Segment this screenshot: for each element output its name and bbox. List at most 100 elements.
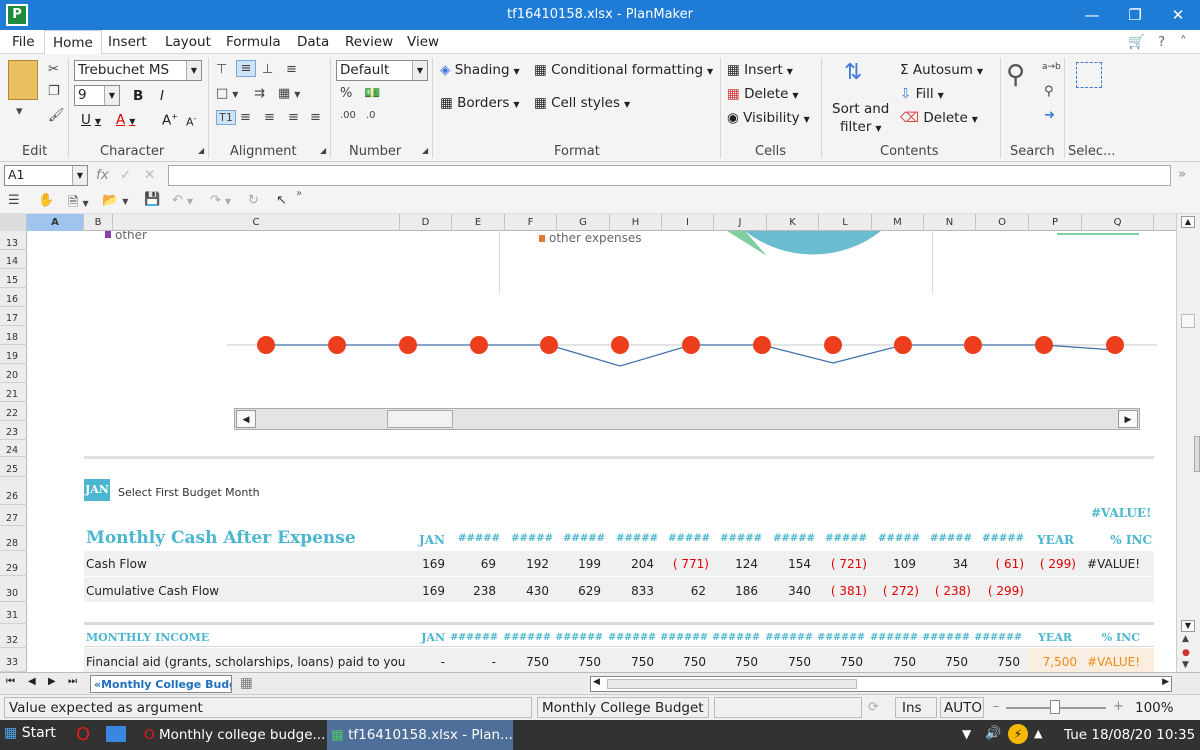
column-header[interactable]: Q [1082,214,1154,231]
find-icon[interactable]: ⚲ [1044,84,1054,99]
financial-aid-cell[interactable]: 750 [662,655,706,669]
row-header[interactable]: 20 [0,364,27,383]
horizontal-scrollbar[interactable]: ◀ ▶ [590,676,1172,692]
undo-icon[interactable]: ↶ ▼ [172,193,193,208]
scroll-down-icon[interactable]: ▼ [1181,620,1195,632]
start-button[interactable]: ▦ Start [4,725,56,745]
percent-icon[interactable]: % [340,86,352,101]
scroll-left-icon[interactable]: ◀ [236,410,256,428]
cut-icon[interactable]: ✂ [48,62,59,77]
number-format-combo[interactable]: Default ▼ [336,60,428,81]
save-icon[interactable]: 💾 [144,192,160,207]
scroll-right-icon[interactable]: ▶ [1118,410,1138,428]
zoom-out-icon[interactable]: – [993,699,1000,714]
menu-layout[interactable]: Layout [165,34,211,50]
row-header[interactable]: 19 [0,345,27,364]
cell-styles-button[interactable]: ▦ Cell styles ▼ [534,95,630,111]
italic-button[interactable]: I [160,88,164,104]
vertical-scrollbar[interactable]: ▲ ▼ ▲ ● ▼ [1176,214,1200,672]
menu-formula[interactable]: Formula [226,34,281,50]
cumulative-cell[interactable]: 340 [767,584,811,598]
cash-flow-cell[interactable]: 124 [714,557,758,571]
cash-flow-cell[interactable]: 34 [924,557,968,571]
row-header[interactable]: 21 [0,383,27,402]
delete-cells-button[interactable]: ▦ Delete ▼ [727,86,799,102]
align-middle-icon[interactable]: ≡ [236,60,256,77]
row-header[interactable]: 22 [0,402,27,421]
paste-dropdown-icon[interactable]: ▾ [16,104,23,119]
financial-aid-cell[interactable]: 750 [924,655,968,669]
financial-aid-cell[interactable]: 750 [714,655,758,669]
delete-contents-button[interactable]: ⌫ Delete ▼ [900,110,978,126]
cash-flow-cell[interactable]: 169 [400,557,445,571]
copy-icon[interactable]: ❐ [48,84,60,99]
column-header[interactable]: F [505,214,557,231]
zoom-level[interactable]: 100% [1135,700,1174,716]
network-icon[interactable]: ▼ [962,727,971,741]
column-header[interactable]: B [84,214,113,231]
sort-filter-button[interactable]: filter ▼ [840,119,882,135]
row-header[interactable]: 13 [0,231,27,250]
column-header[interactable]: J [714,214,767,231]
column-header[interactable]: D [400,214,452,231]
conditional-formatting-button[interactable]: ▦ Conditional formatting ▼ [534,62,713,78]
cumulative-cell[interactable]: ( 299) [975,584,1024,598]
align-bottom-icon[interactable]: ⊥ [262,62,273,77]
shrink-font-button[interactable]: A- [186,114,196,129]
row-header[interactable]: 30 [0,576,27,602]
tray-expand-icon[interactable]: ▲ [1034,727,1042,740]
fill-button[interactable]: ⇩ Fill ▼ [900,86,944,102]
function-wizard-icon[interactable]: fx [96,167,109,183]
column-header[interactable]: K [767,214,819,231]
column-header[interactable]: C [113,214,400,231]
cumulative-cell[interactable]: 629 [557,584,601,598]
cash-flow-cell[interactable]: 199 [557,557,601,571]
cumulative-cell[interactable]: 169 [400,584,445,598]
select-icon[interactable] [1076,62,1102,88]
page-up-icon[interactable]: ▲ [1182,634,1189,644]
bold-button[interactable]: B [133,88,143,104]
borders-button[interactable]: ▦ Borders ▼ [440,95,520,111]
column-header[interactable]: A [27,214,84,231]
browse-object-icon[interactable]: ● [1182,648,1190,658]
decrease-decimals-icon[interactable]: .0 [366,110,376,121]
row-header[interactable]: 29 [0,551,27,576]
cash-flow-cell[interactable]: 109 [872,557,916,571]
cash-flow-cell[interactable]: ( 771) [660,557,709,571]
cell-border-icon[interactable]: □ ▼ [216,86,238,101]
font-name-combo[interactable]: Trebuchet MS ▼ [74,60,202,81]
financial-aid-cell[interactable]: - [400,655,445,669]
cumulative-cell[interactable]: 62 [662,584,706,598]
value-error-cell[interactable]: #VALUE! [1091,506,1151,520]
column-header[interactable]: N [924,214,976,231]
page-down-icon[interactable]: ▼ [1182,660,1189,670]
financial-aid-cell[interactable]: - [452,655,496,669]
cumulative-cell[interactable]: 833 [610,584,654,598]
row-header[interactable]: 28 [0,526,27,551]
row-header[interactable]: 23 [0,421,27,440]
calc-mode[interactable]: AUTO [940,697,984,718]
column-header[interactable]: P [1029,214,1082,231]
financial-aid-cell[interactable]: 750 [610,655,654,669]
scroll-up-icon[interactable]: ▲ [1181,216,1195,228]
cash-flow-cell[interactable]: 204 [610,557,654,571]
replace-icon[interactable]: a→b [1042,62,1061,72]
align-right-icon[interactable]: ≡ [288,110,299,125]
row-header[interactable]: 16 [0,288,27,307]
cash-flow-cell[interactable]: 154 [767,557,811,571]
zoom-in-icon[interactable]: + [1113,699,1124,714]
cash-flow-year[interactable]: ( 299) [1026,557,1076,571]
minimize-icon[interactable]: — [1072,0,1112,30]
row-header[interactable]: 26 [0,477,27,505]
row-header[interactable]: 27 [0,505,27,526]
format-painter-icon[interactable]: 🖌 [48,108,65,123]
task-planmaker[interactable]: ▦ tf16410158.xlsx - Plan... [327,720,513,750]
collapse-ribbon-icon[interactable]: ˄ [1180,34,1187,50]
font-size-combo[interactable]: 9 ▼ [74,85,120,106]
justify-icon[interactable]: ≡ [310,110,321,125]
repeat-icon[interactable]: ↻ [248,193,259,208]
paste-icon[interactable] [8,60,38,100]
menu-view[interactable]: View [407,34,439,50]
financial-aid-cell[interactable]: 750 [505,655,549,669]
financial-aid-year[interactable]: 7,500 [1027,655,1077,669]
